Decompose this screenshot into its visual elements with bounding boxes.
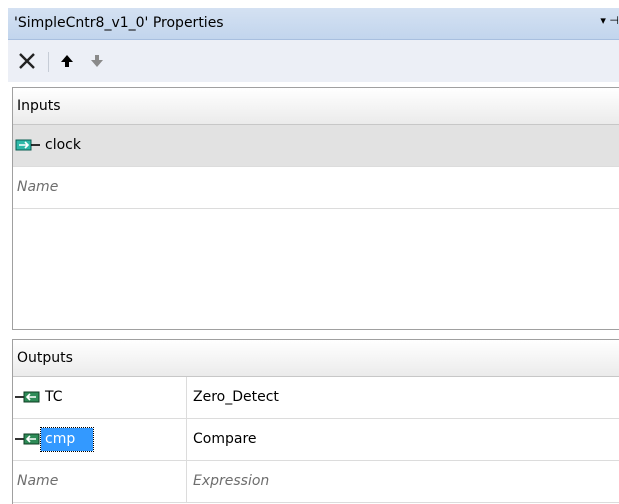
toolbar-separator bbox=[48, 52, 49, 72]
arrow-down-icon bbox=[91, 55, 103, 67]
input-row[interactable]: clock bbox=[13, 125, 619, 167]
output-expression-placeholder[interactable]: Expression bbox=[188, 461, 619, 502]
inputs-header: Inputs bbox=[13, 88, 619, 125]
output-name-cell[interactable]: TC bbox=[13, 377, 187, 418]
outputs-header: Outputs bbox=[13, 340, 619, 377]
properties-title-bar: 'SimpleCntr8_v1_0' Properties ▾ ⊣ bbox=[8, 8, 619, 40]
input-pin-icon bbox=[15, 139, 40, 151]
output-row[interactable]: cmp Compare bbox=[13, 419, 619, 461]
output-new-row[interactable]: Name Expression bbox=[13, 461, 619, 503]
output-pin-icon bbox=[15, 433, 40, 445]
delete-button[interactable] bbox=[8, 40, 46, 82]
pin-icon[interactable]: ▾ ⊣ bbox=[600, 14, 619, 27]
input-new-row[interactable]: Name bbox=[13, 167, 619, 209]
input-name: clock bbox=[45, 137, 81, 153]
outputs-grid: Outputs TC Zero_Detect cmp Compare Name … bbox=[12, 339, 619, 504]
delete-icon bbox=[19, 53, 35, 69]
output-name: TC bbox=[45, 389, 63, 405]
output-name-placeholder: Name bbox=[17, 473, 59, 489]
output-name-cell[interactable]: Name bbox=[13, 461, 187, 502]
move-down-button[interactable] bbox=[82, 40, 112, 82]
output-name-selected[interactable]: cmp bbox=[39, 427, 95, 452]
output-name-cell[interactable]: cmp bbox=[13, 419, 187, 460]
output-pin-icon bbox=[15, 391, 40, 403]
window-title: 'SimpleCntr8_v1_0' Properties bbox=[14, 15, 224, 31]
move-up-button[interactable] bbox=[52, 40, 82, 82]
output-row[interactable]: TC Zero_Detect bbox=[13, 377, 619, 419]
output-expression[interactable]: Compare bbox=[188, 419, 619, 460]
arrow-up-icon bbox=[61, 55, 73, 67]
properties-toolbar bbox=[8, 40, 619, 82]
inputs-grid: Inputs clock Name bbox=[12, 87, 619, 330]
input-name-placeholder: Name bbox=[17, 179, 59, 195]
output-expression[interactable]: Zero_Detect bbox=[188, 377, 619, 418]
